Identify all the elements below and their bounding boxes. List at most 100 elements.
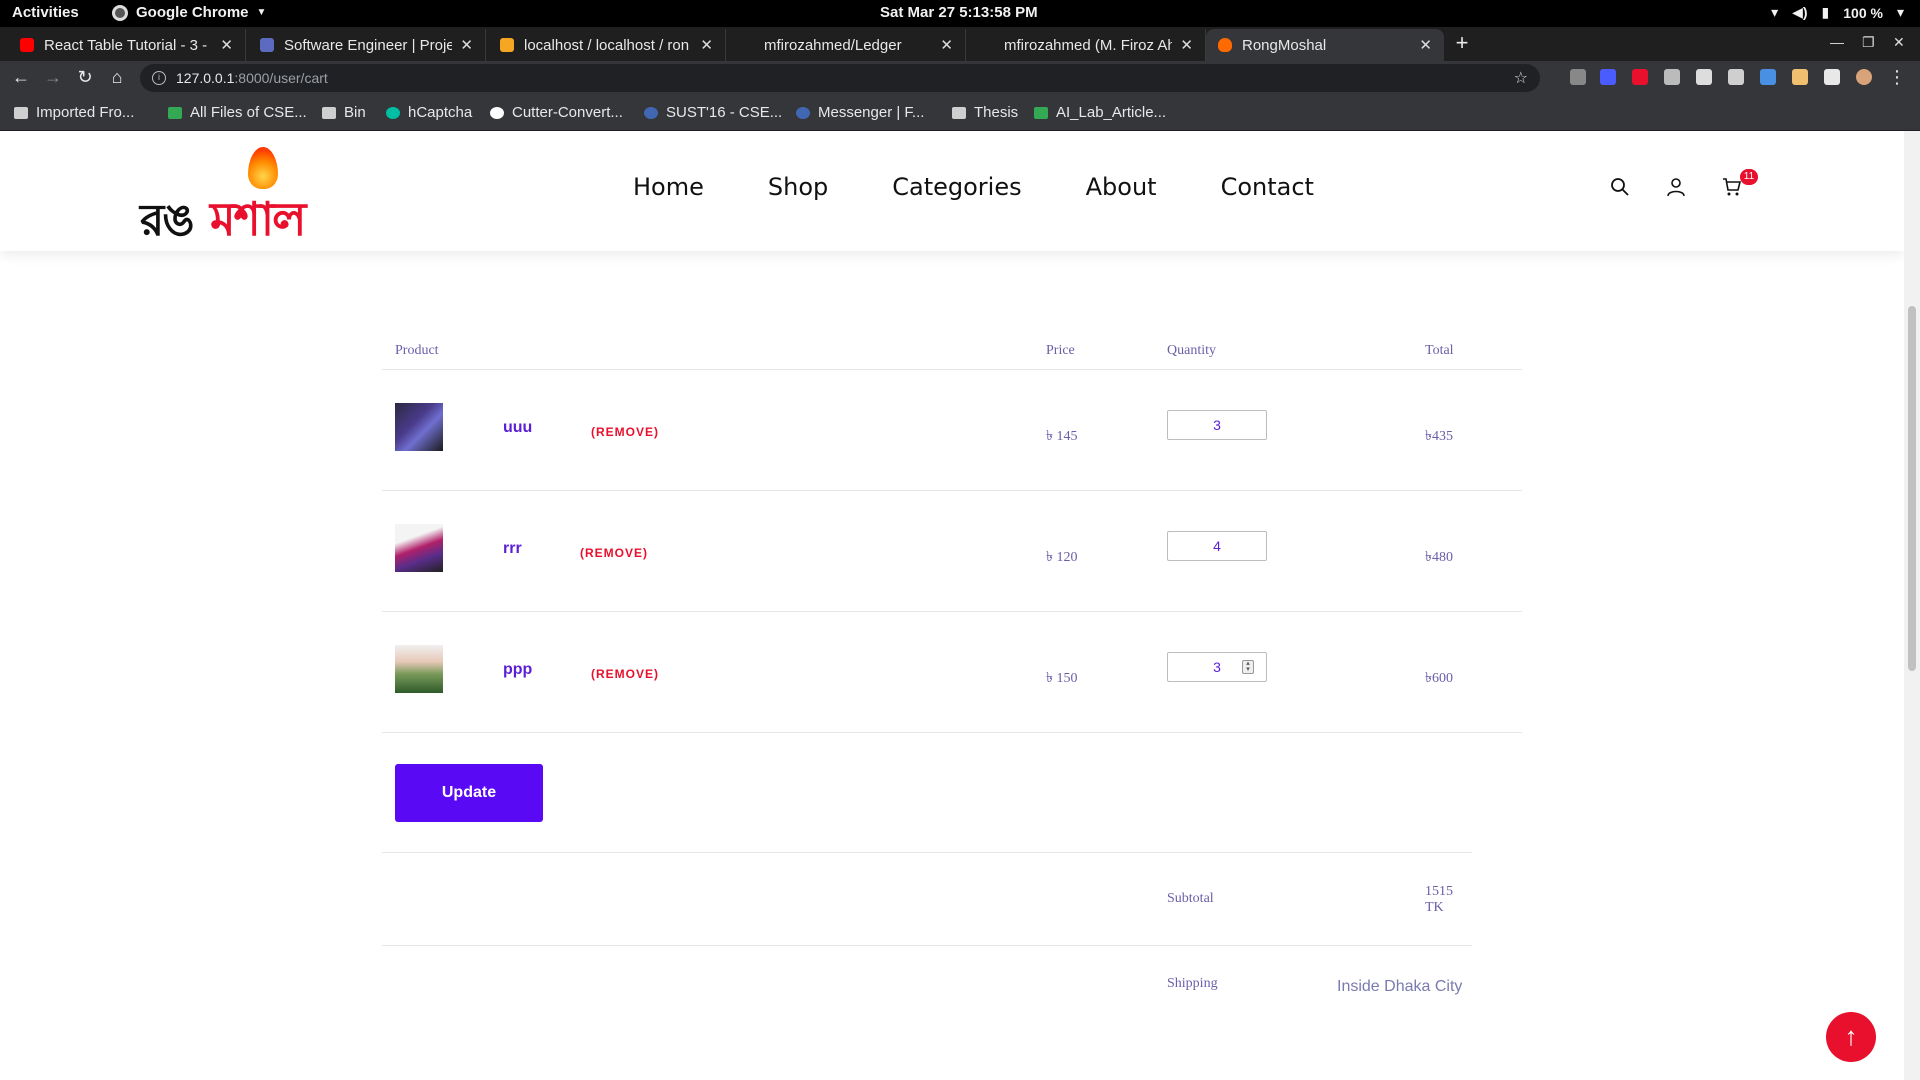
avatar[interactable] xyxy=(1856,69,1872,85)
forward-icon[interactable]: → xyxy=(42,67,64,88)
scrollbar-thumb[interactable] xyxy=(1908,306,1916,671)
close-icon[interactable]: ✕ xyxy=(1419,36,1432,54)
bookmark-item[interactable]: Bin xyxy=(322,104,366,121)
maximize-icon[interactable]: ❐ xyxy=(1862,34,1875,51)
clock[interactable]: Sat Mar 27 5:13:58 PM xyxy=(880,4,1038,21)
flame-icon xyxy=(248,147,278,189)
youtube-icon xyxy=(20,38,34,52)
bookmark-item[interactable]: Messenger | F... xyxy=(796,104,924,121)
cart-icon[interactable]: 11 xyxy=(1722,169,1758,199)
product-price: ৳ 145 xyxy=(1046,429,1078,444)
tab-title: RongMoshal xyxy=(1242,36,1327,54)
bookmark-item[interactable]: AI_Lab_Article... xyxy=(1034,104,1166,121)
url-path: :8000/user/cart xyxy=(234,70,328,86)
user-icon[interactable] xyxy=(1666,177,1688,199)
flame-icon xyxy=(1218,38,1232,52)
close-icon[interactable]: ✕ xyxy=(940,36,953,54)
extension-icon[interactable] xyxy=(1728,69,1744,85)
extension-icon[interactable] xyxy=(1760,69,1776,85)
back-icon[interactable]: ← xyxy=(10,67,32,88)
bookmark-label: AI_Lab_Article... xyxy=(1056,104,1167,121)
browser-tab-active[interactable]: RongMoshal ✕ xyxy=(1206,29,1444,61)
product-name[interactable]: rrr xyxy=(503,540,522,558)
puzzle-icon[interactable] xyxy=(1824,69,1840,85)
page-scrollbar[interactable] xyxy=(1904,131,1920,1080)
extension-icon[interactable] xyxy=(1696,69,1712,85)
main-nav: Home Shop Categories About Contact xyxy=(633,173,1314,201)
quantity-input[interactable]: 3 ▴ ▾ xyxy=(1167,652,1267,682)
browser-tab[interactable]: localhost / localhost / ron ✕ xyxy=(488,29,726,61)
browser-tab[interactable]: Software Engineer | Proje ✕ xyxy=(248,29,486,61)
extension-icon[interactable] xyxy=(1600,69,1616,85)
bookmark-label: Bin xyxy=(344,104,366,121)
wifi-icon: ▾ xyxy=(1771,4,1779,20)
hcaptcha-icon xyxy=(386,106,400,119)
github-icon xyxy=(740,38,754,52)
reload-icon[interactable]: ↻ xyxy=(74,67,96,88)
app-menu[interactable]: Google Chrome ▼ xyxy=(112,4,266,21)
extension-icon[interactable] xyxy=(1570,69,1586,85)
tab-title: mfirozahmed/Ledger xyxy=(764,36,902,54)
home-icon[interactable]: ⌂ xyxy=(106,67,128,88)
browser-tab[interactable]: mfirozahmed (M. Firoz Ah ✕ xyxy=(968,29,1206,61)
bookmark-item[interactable]: hCaptcha xyxy=(386,104,472,121)
quantity-value: 3 xyxy=(1213,659,1221,675)
phpmyadmin-icon xyxy=(500,38,514,52)
remove-button[interactable]: (REMOVE) xyxy=(591,667,659,681)
minimize-icon[interactable]: — xyxy=(1830,34,1844,50)
bookmark-item[interactable]: SUST'16 - CSE... xyxy=(644,104,782,121)
quantity-input[interactable]: 4 xyxy=(1167,531,1267,561)
facebook-icon xyxy=(644,106,658,119)
more-icon[interactable]: ⋮ xyxy=(1886,67,1908,88)
close-window-icon[interactable]: ✕ xyxy=(1893,34,1905,51)
close-icon[interactable]: ✕ xyxy=(700,36,713,54)
new-tab-button[interactable]: + xyxy=(1450,32,1474,56)
site-logo[interactable]: রঙ মশাল xyxy=(140,147,330,246)
product-price: ৳ 120 xyxy=(1046,550,1078,565)
adblock-icon[interactable] xyxy=(1632,69,1648,85)
bookmark-item[interactable]: Thesis xyxy=(952,104,1018,121)
close-icon[interactable]: ✕ xyxy=(220,36,233,54)
quantity-input[interactable]: 3 xyxy=(1167,410,1267,440)
tab-title: localhost / localhost / ron xyxy=(524,36,690,54)
bookmarks-bar: Imported Fro... All Files of CSE... Bin … xyxy=(0,95,1920,131)
product-name[interactable]: uuu xyxy=(503,419,532,437)
browser-tab[interactable]: mfirozahmed/Ledger ✕ xyxy=(728,29,966,61)
page-viewport: রঙ মশাল Home Shop Categories About Conta… xyxy=(0,131,1904,1080)
activities-button[interactable]: Activities xyxy=(12,4,79,21)
shipping-option[interactable]: Inside Dhaka City xyxy=(1337,978,1462,996)
scroll-to-top-button[interactable]: ↑ xyxy=(1826,1012,1876,1062)
address-bar[interactable]: i 127.0.0.1 :8000/user/cart ☆ xyxy=(140,64,1540,92)
bookmark-item[interactable]: Imported Fro... xyxy=(14,104,134,121)
product-thumbnail[interactable] xyxy=(395,645,443,693)
spinner-icon[interactable]: ▴ ▾ xyxy=(1242,660,1254,674)
header-quantity: Quantity xyxy=(1167,343,1216,358)
site-header: রঙ মশাল Home Shop Categories About Conta… xyxy=(0,131,1904,251)
close-icon[interactable]: ✕ xyxy=(1180,36,1193,54)
nav-about[interactable]: About xyxy=(1086,173,1157,201)
info-icon[interactable]: i xyxy=(152,71,166,85)
star-icon[interactable]: ☆ xyxy=(1514,68,1528,88)
system-tray[interactable]: ▾ ◀) ▮ 100 % ▾ xyxy=(1771,4,1904,21)
product-thumbnail[interactable] xyxy=(395,524,443,572)
product-thumbnail[interactable] xyxy=(395,403,443,451)
extension-icon[interactable] xyxy=(1792,69,1808,85)
bookmark-item[interactable]: All Files of CSE... xyxy=(168,104,307,121)
bookmark-label: hCaptcha xyxy=(408,104,473,121)
browser-tab[interactable]: React Table Tutorial - 3 - E ✕ xyxy=(8,29,246,61)
bookmark-item[interactable]: Cutter-Convert... xyxy=(490,104,623,121)
nav-contact[interactable]: Contact xyxy=(1221,173,1314,201)
update-button[interactable]: Update xyxy=(395,764,543,822)
nav-shop[interactable]: Shop xyxy=(768,173,828,201)
cart-row: ppp (REMOVE) ৳ 150 3 ▴ ▾ ৳600 xyxy=(382,612,1522,733)
product-name[interactable]: ppp xyxy=(503,661,532,679)
remove-button[interactable]: (REMOVE) xyxy=(580,546,648,560)
close-icon[interactable]: ✕ xyxy=(460,36,473,54)
search-icon[interactable] xyxy=(1610,177,1632,199)
remove-button[interactable]: (REMOVE) xyxy=(591,425,659,439)
os-top-bar: Activities Google Chrome ▼ Sat Mar 27 5:… xyxy=(0,0,1920,27)
camera-icon[interactable] xyxy=(1664,69,1680,85)
subtotal-row: Subtotal 1515 TK xyxy=(382,853,1472,946)
nav-home[interactable]: Home xyxy=(633,173,704,201)
nav-categories[interactable]: Categories xyxy=(892,173,1021,201)
